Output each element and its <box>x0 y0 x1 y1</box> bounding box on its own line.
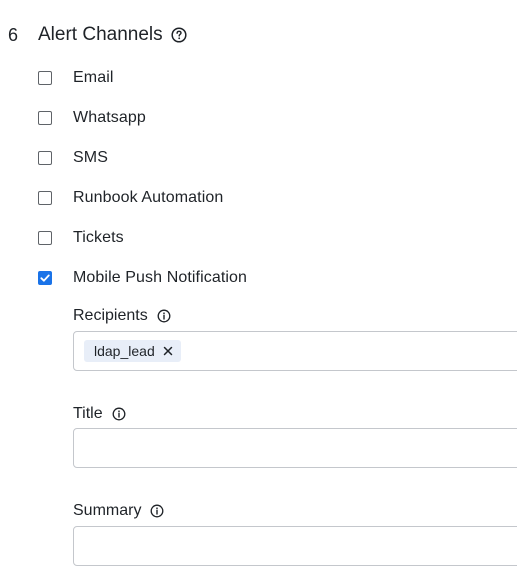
runbook-automation-checkbox[interactable] <box>38 191 52 205</box>
channel-option-sms[interactable]: SMS <box>38 148 108 168</box>
recipient-chip-label: ldap_lead <box>94 343 155 359</box>
info-circle-icon[interactable] <box>150 504 164 518</box>
recipients-label-row: Recipients <box>73 306 171 326</box>
channel-option-whatsapp[interactable]: Whatsapp <box>38 108 146 128</box>
info-circle-icon[interactable] <box>157 309 171 323</box>
channel-label: Mobile Push Notification <box>73 269 248 286</box>
channel-label: Runbook Automation <box>73 189 224 206</box>
checkmark-icon <box>40 274 50 282</box>
summary-field[interactable] <box>73 526 517 566</box>
section-number: 6 <box>8 24 19 45</box>
summary-label: Summary <box>73 502 142 519</box>
summary-input[interactable] <box>74 527 517 565</box>
sms-checkbox[interactable] <box>38 151 52 165</box>
question-circle-icon[interactable] <box>171 27 187 43</box>
recipients-label: Recipients <box>73 307 148 324</box>
section-title: Alert Channels <box>38 24 163 45</box>
whatsapp-checkbox[interactable] <box>38 111 52 125</box>
recipients-input[interactable]: ldap_lead <box>73 331 517 371</box>
channel-label: Email <box>73 69 114 86</box>
title-label: Title <box>73 405 103 422</box>
alert-channels-section: 6 Alert Channels Email Whatsapp SMS Runb… <box>0 0 517 585</box>
recipient-chip: ldap_lead <box>84 340 181 362</box>
title-field[interactable] <box>73 428 517 468</box>
email-checkbox[interactable] <box>38 71 52 85</box>
close-icon[interactable] <box>163 346 173 356</box>
channel-label: SMS <box>73 149 108 166</box>
channel-option-email[interactable]: Email <box>38 68 114 88</box>
mobile-push-checkbox[interactable] <box>38 271 52 285</box>
tickets-checkbox[interactable] <box>38 231 52 245</box>
section-header: 6 Alert Channels <box>8 22 187 48</box>
channel-option-runbook-automation[interactable]: Runbook Automation <box>38 188 223 208</box>
channel-option-tickets[interactable]: Tickets <box>38 228 124 248</box>
summary-label-row: Summary <box>73 501 164 521</box>
title-label-row: Title <box>73 404 126 424</box>
channel-label: Tickets <box>73 229 124 246</box>
channel-option-mobile-push[interactable]: Mobile Push Notification <box>38 268 247 288</box>
title-input[interactable] <box>74 429 517 467</box>
channel-label: Whatsapp <box>73 109 146 126</box>
info-circle-icon[interactable] <box>112 407 126 421</box>
